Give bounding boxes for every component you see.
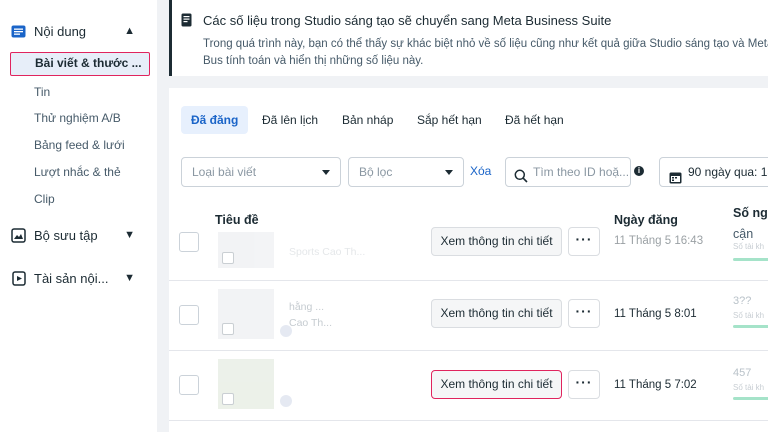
post-caption-line2: Cao Th... <box>289 317 332 329</box>
post-caption: Sports Cao Th... <box>289 246 366 258</box>
date-range-label: 90 ngày qua: 13 <box>688 165 768 179</box>
posts-panel: Đã đăng Đã lên lịch Bản nháp Sắp hết hạn… <box>169 88 768 432</box>
view-details-button[interactable]: Xem thông tin chi tiết <box>431 299 562 328</box>
date-range-picker[interactable]: 90 ngày qua: 13 <box>659 157 768 187</box>
metric-value: 457 <box>733 367 752 379</box>
sidebar-group-collections-label: Bộ sưu tập <box>34 227 98 243</box>
column-header-date[interactable]: Ngày đăng <box>614 213 678 227</box>
more-options-button[interactable]: ··· <box>568 227 600 256</box>
metric-bar <box>733 397 768 400</box>
sidebar-item-stories[interactable]: Tin <box>34 82 50 102</box>
tab-drafts[interactable]: Bản nháp <box>332 106 403 134</box>
assets-icon <box>10 270 27 287</box>
notice-body: Trong quá trình này, bạn có thể thấy sự … <box>203 38 768 67</box>
tab-scheduled[interactable]: Đã lên lịch <box>252 106 328 134</box>
more-options-button[interactable]: ··· <box>568 299 600 328</box>
sidebar-item-feed-grid[interactable]: Bảng feed & lưới <box>34 135 125 155</box>
search-icon <box>514 165 528 186</box>
sidebar-group-collections[interactable]: Bộ sưu tập ▼ <box>0 220 157 250</box>
sidebar-group-content[interactable]: Nội dung ▲ <box>0 16 157 46</box>
table-row: Xem thông tin chi tiết ··· 11 Tháng 5 7:… <box>169 350 768 420</box>
column-header-reach[interactable]: Số ngư <box>733 206 768 220</box>
column-header-reach-sub: cận <box>733 227 754 241</box>
table-row: hằng ... Cao Th... Xem thông tin chi tiế… <box>169 280 768 350</box>
search-input[interactable]: Tìm theo ID hoặ... <box>505 157 631 187</box>
sidebar-group-assets-label: Tài sản nội... <box>34 270 109 286</box>
row-checkbox[interactable] <box>179 375 199 395</box>
sidebar-group-content-label: Nội dung <box>34 23 87 39</box>
content-icon <box>10 23 27 40</box>
sidebar: Nội dung ▲ Bài viết & thước ... Tin Thử … <box>0 0 157 432</box>
post-thumbnail <box>218 359 292 409</box>
calendar-icon <box>669 166 682 186</box>
photo-badge-icon <box>222 252 234 264</box>
collection-icon <box>10 227 27 244</box>
photo-badge-icon <box>222 323 234 335</box>
sidebar-group-assets[interactable]: Tài sản nội... ▼ <box>0 263 157 293</box>
metric-value: 3?? <box>733 295 752 307</box>
row-checkbox[interactable] <box>179 305 199 325</box>
publish-date: 11 Tháng 5 8:01 <box>614 308 697 320</box>
search-placeholder: Tìm theo ID hoặ... <box>533 165 630 179</box>
layout-gutter <box>157 0 169 432</box>
metric-bar <box>733 258 768 261</box>
post-caption: hằng ... <box>289 301 325 313</box>
tab-published[interactable]: Đã đăng <box>181 106 249 134</box>
sidebar-item-clips[interactable]: Clip <box>34 189 55 209</box>
notice-banner: Các số liệu trong Studio sáng tạo sẽ chu… <box>169 0 768 76</box>
metric-label: Số tài kh <box>733 311 765 320</box>
chevron-down-icon: ▼ <box>124 229 135 241</box>
sidebar-item-posts[interactable]: Bài viết & thước ... <box>10 52 150 76</box>
row-checkbox[interactable] <box>179 232 199 252</box>
filter-select[interactable]: Bộ lọc <box>348 157 464 187</box>
post-type-select-label: Loại bài viết <box>192 165 257 179</box>
metric-label: Số tài kh <box>733 383 765 392</box>
tab-expiring[interactable]: Sắp hết hạn <box>407 106 492 134</box>
info-icon[interactable]: i <box>634 166 644 176</box>
tab-expired[interactable]: Đã hết hạn <box>495 106 574 134</box>
chevron-up-icon: ▲ <box>124 25 135 37</box>
post-type-select[interactable]: Loại bài viết <box>181 157 341 187</box>
metric-label: Số tài kh <box>733 242 765 251</box>
document-icon <box>181 13 195 29</box>
publish-date: 11 Tháng 5 16:43 <box>614 235 704 247</box>
filter-select-label: Bộ lọc <box>359 165 393 179</box>
column-header-title[interactable]: Tiêu đề <box>215 213 259 227</box>
sidebar-item-mentions-tags[interactable]: Lượt nhắc & thẻ <box>34 162 121 182</box>
more-options-button[interactable]: ··· <box>568 370 600 399</box>
sidebar-item-ab-tests[interactable]: Thử nghiệm A/B <box>34 108 121 128</box>
clear-filters-link[interactable]: Xóa <box>470 164 491 178</box>
view-details-button[interactable]: Xem thông tin chi tiết <box>431 227 562 256</box>
facebook-icon <box>280 395 292 407</box>
photo-badge-icon <box>222 393 234 405</box>
publish-date: 11 Tháng 5 7:02 <box>614 379 697 391</box>
metric-bar <box>733 325 768 328</box>
chevron-down-icon: ▼ <box>124 272 135 284</box>
post-thumbnail <box>218 232 274 268</box>
notice-title: Các số liệu trong Studio sáng tạo sẽ chu… <box>203 13 612 28</box>
table-row <box>169 420 768 432</box>
view-details-button-highlighted[interactable]: Xem thông tin chi tiết <box>431 370 562 399</box>
post-thumbnail <box>218 289 292 339</box>
chevron-down-icon <box>322 170 330 175</box>
chevron-down-icon <box>445 170 453 175</box>
